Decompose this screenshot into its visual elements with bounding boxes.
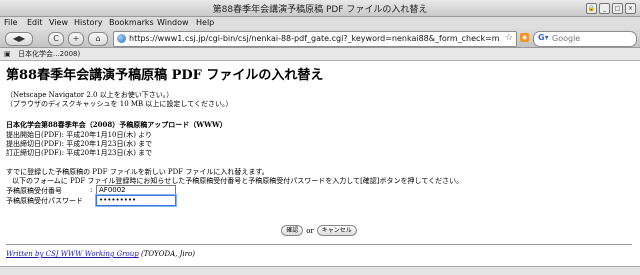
confirm-button[interactable]: 確認 <box>281 225 304 236</box>
divider <box>6 244 632 245</box>
page-heading: 第88春季年会講演予稿原稿 PDF ファイルの入れ替え <box>6 68 324 83</box>
back-forward-button[interactable]: ◀▶ <box>5 32 33 46</box>
menu-view[interactable]: View <box>49 17 68 29</box>
form-actions: 確認 or キャンセル <box>6 225 632 236</box>
menu-history[interactable]: History <box>74 17 102 29</box>
site-favicon-icon <box>117 34 126 43</box>
instruction-2: 以下のフォームに PDF ファイル登録時にお知らせした予稿原稿受付番号と予稿原稿… <box>12 177 464 185</box>
rss-feed-icon[interactable]: ◉ <box>520 33 529 42</box>
new-tab-button[interactable]: + <box>68 32 84 46</box>
footer: Written by CSJ WWW Working Group (TOYODA… <box>6 250 195 258</box>
cache-note: （ブラウザのディスクキャッシュを 10 MB 以上に設定してください。） <box>6 100 233 108</box>
footer-link[interactable]: Written by CSJ WWW Working Group <box>6 250 139 258</box>
cancel-button[interactable]: キャンセル <box>316 225 357 236</box>
receipt-password-input[interactable]: ••••••••• <box>96 195 176 206</box>
url-text[interactable]: https://www1.csj.jp/cgi-bin/csj/nenkai-8… <box>129 34 499 43</box>
window-titlebar: 第88春季年会講演予稿原稿 PDF ファイルの入れ替え 🔒 _ □ × <box>0 0 640 17</box>
bookmark-folder-icon[interactable]: ▣ <box>4 48 11 60</box>
or-text: or <box>306 226 314 235</box>
url-bar[interactable]: https://www1.csj.jp/cgi-bin/csj/nenkai-8… <box>113 31 517 47</box>
password-label: 予稿原稿受付パスワード <box>6 197 83 205</box>
minimize-button[interactable]: _ <box>599 3 610 14</box>
section-title: 日本化学会第88春季年会（2008）予稿原稿アップロード（WWW） <box>6 120 227 129</box>
search-input[interactable] <box>552 33 630 43</box>
google-search-icon[interactable]: G▾ <box>538 33 549 42</box>
bookmark-star-icon[interactable]: ☆ <box>505 33 513 43</box>
lock-icon: 🔒 <box>586 3 597 14</box>
window-controls: 🔒 _ □ × <box>586 3 636 14</box>
window-title: 第88春季年会講演予稿原稿 PDF ファイルの入れ替え <box>212 5 428 15</box>
menu-bar: File Edit View History Bookmarks Window … <box>0 17 640 29</box>
forward-arrow-icon[interactable]: ▶ <box>19 34 25 43</box>
reload-button[interactable]: C <box>48 32 64 46</box>
menu-edit[interactable]: Edit <box>27 17 43 29</box>
bookmarks-bar: ▣ 日本化学会...2008) <box>0 48 640 61</box>
close-button[interactable]: × <box>625 3 636 14</box>
maximize-button[interactable]: □ <box>612 3 623 14</box>
reload-icon: C <box>53 34 59 43</box>
menu-bookmarks[interactable]: Bookmarks <box>109 17 154 29</box>
search-box[interactable]: G▾ <box>533 31 637 47</box>
menu-file[interactable]: File <box>4 17 17 29</box>
home-icon: ⌂ <box>95 34 101 43</box>
correction-deadline: 訂正締切日(PDF): 平成20年1月23日(水) まで <box>6 149 153 157</box>
menu-window[interactable]: Window <box>157 17 189 29</box>
number-label: 予稿原稿受付番号 <box>6 187 62 195</box>
menu-help[interactable]: Help <box>196 17 214 29</box>
bookmark-item[interactable]: 日本化学会...2008) <box>18 48 80 60</box>
navigation-toolbar: ◀▶ C + ⌂ https://www1.csj.jp/cgi-bin/csj… <box>0 29 640 48</box>
number-colon: : <box>90 186 93 194</box>
plus-icon: + <box>72 34 80 43</box>
footer-author: (TOYODA, Jiro) <box>138 250 195 258</box>
home-button[interactable]: ⌂ <box>88 32 108 46</box>
